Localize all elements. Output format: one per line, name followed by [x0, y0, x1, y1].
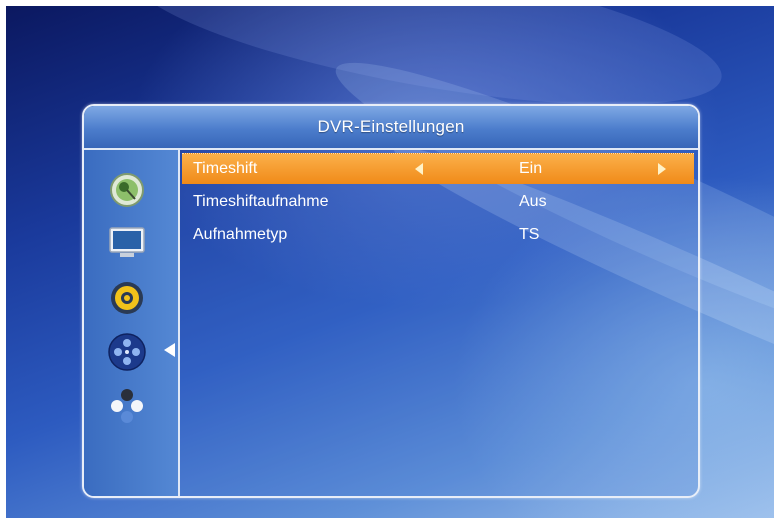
arrow-left-icon[interactable] — [415, 163, 423, 175]
title-bar: DVR-Einstellungen — [84, 106, 698, 150]
film-reel-icon[interactable] — [107, 332, 147, 372]
setting-label: Timeshiftaufnahme — [193, 193, 329, 210]
menu-sidebar — [84, 150, 180, 496]
setting-label: Aufnahmetyp — [193, 226, 288, 243]
gear-icon[interactable] — [107, 278, 147, 318]
page-title: DVR-Einstellungen — [317, 117, 465, 136]
settings-list: Timeshift Ein Timeshiftaufnahme Aus Aufn… — [182, 150, 694, 250]
setting-row-aufnahmetyp[interactable]: Aufnahmetyp TS — [182, 220, 694, 250]
setting-label: Timeshift — [193, 160, 258, 177]
settings-panel: DVR-Einstellungen Timeshift Ein Timeshif… — [82, 104, 700, 498]
molecule-icon[interactable] — [107, 386, 147, 426]
setting-value: TS — [519, 226, 540, 243]
arrow-right-icon[interactable] — [658, 163, 666, 175]
setting-row-timeshift[interactable]: Timeshift Ein — [182, 153, 694, 184]
monitor-icon[interactable] — [107, 222, 147, 262]
active-section-indicator — [164, 343, 175, 357]
setting-row-timeshiftaufnahme[interactable]: Timeshiftaufnahme Aus — [182, 187, 694, 217]
setting-value: Aus — [519, 193, 547, 210]
tv-screen: DVR-Einstellungen Timeshift Ein Timeshif… — [6, 6, 774, 518]
setting-value: Ein — [519, 160, 543, 177]
satellite-dish-icon[interactable] — [107, 170, 147, 210]
